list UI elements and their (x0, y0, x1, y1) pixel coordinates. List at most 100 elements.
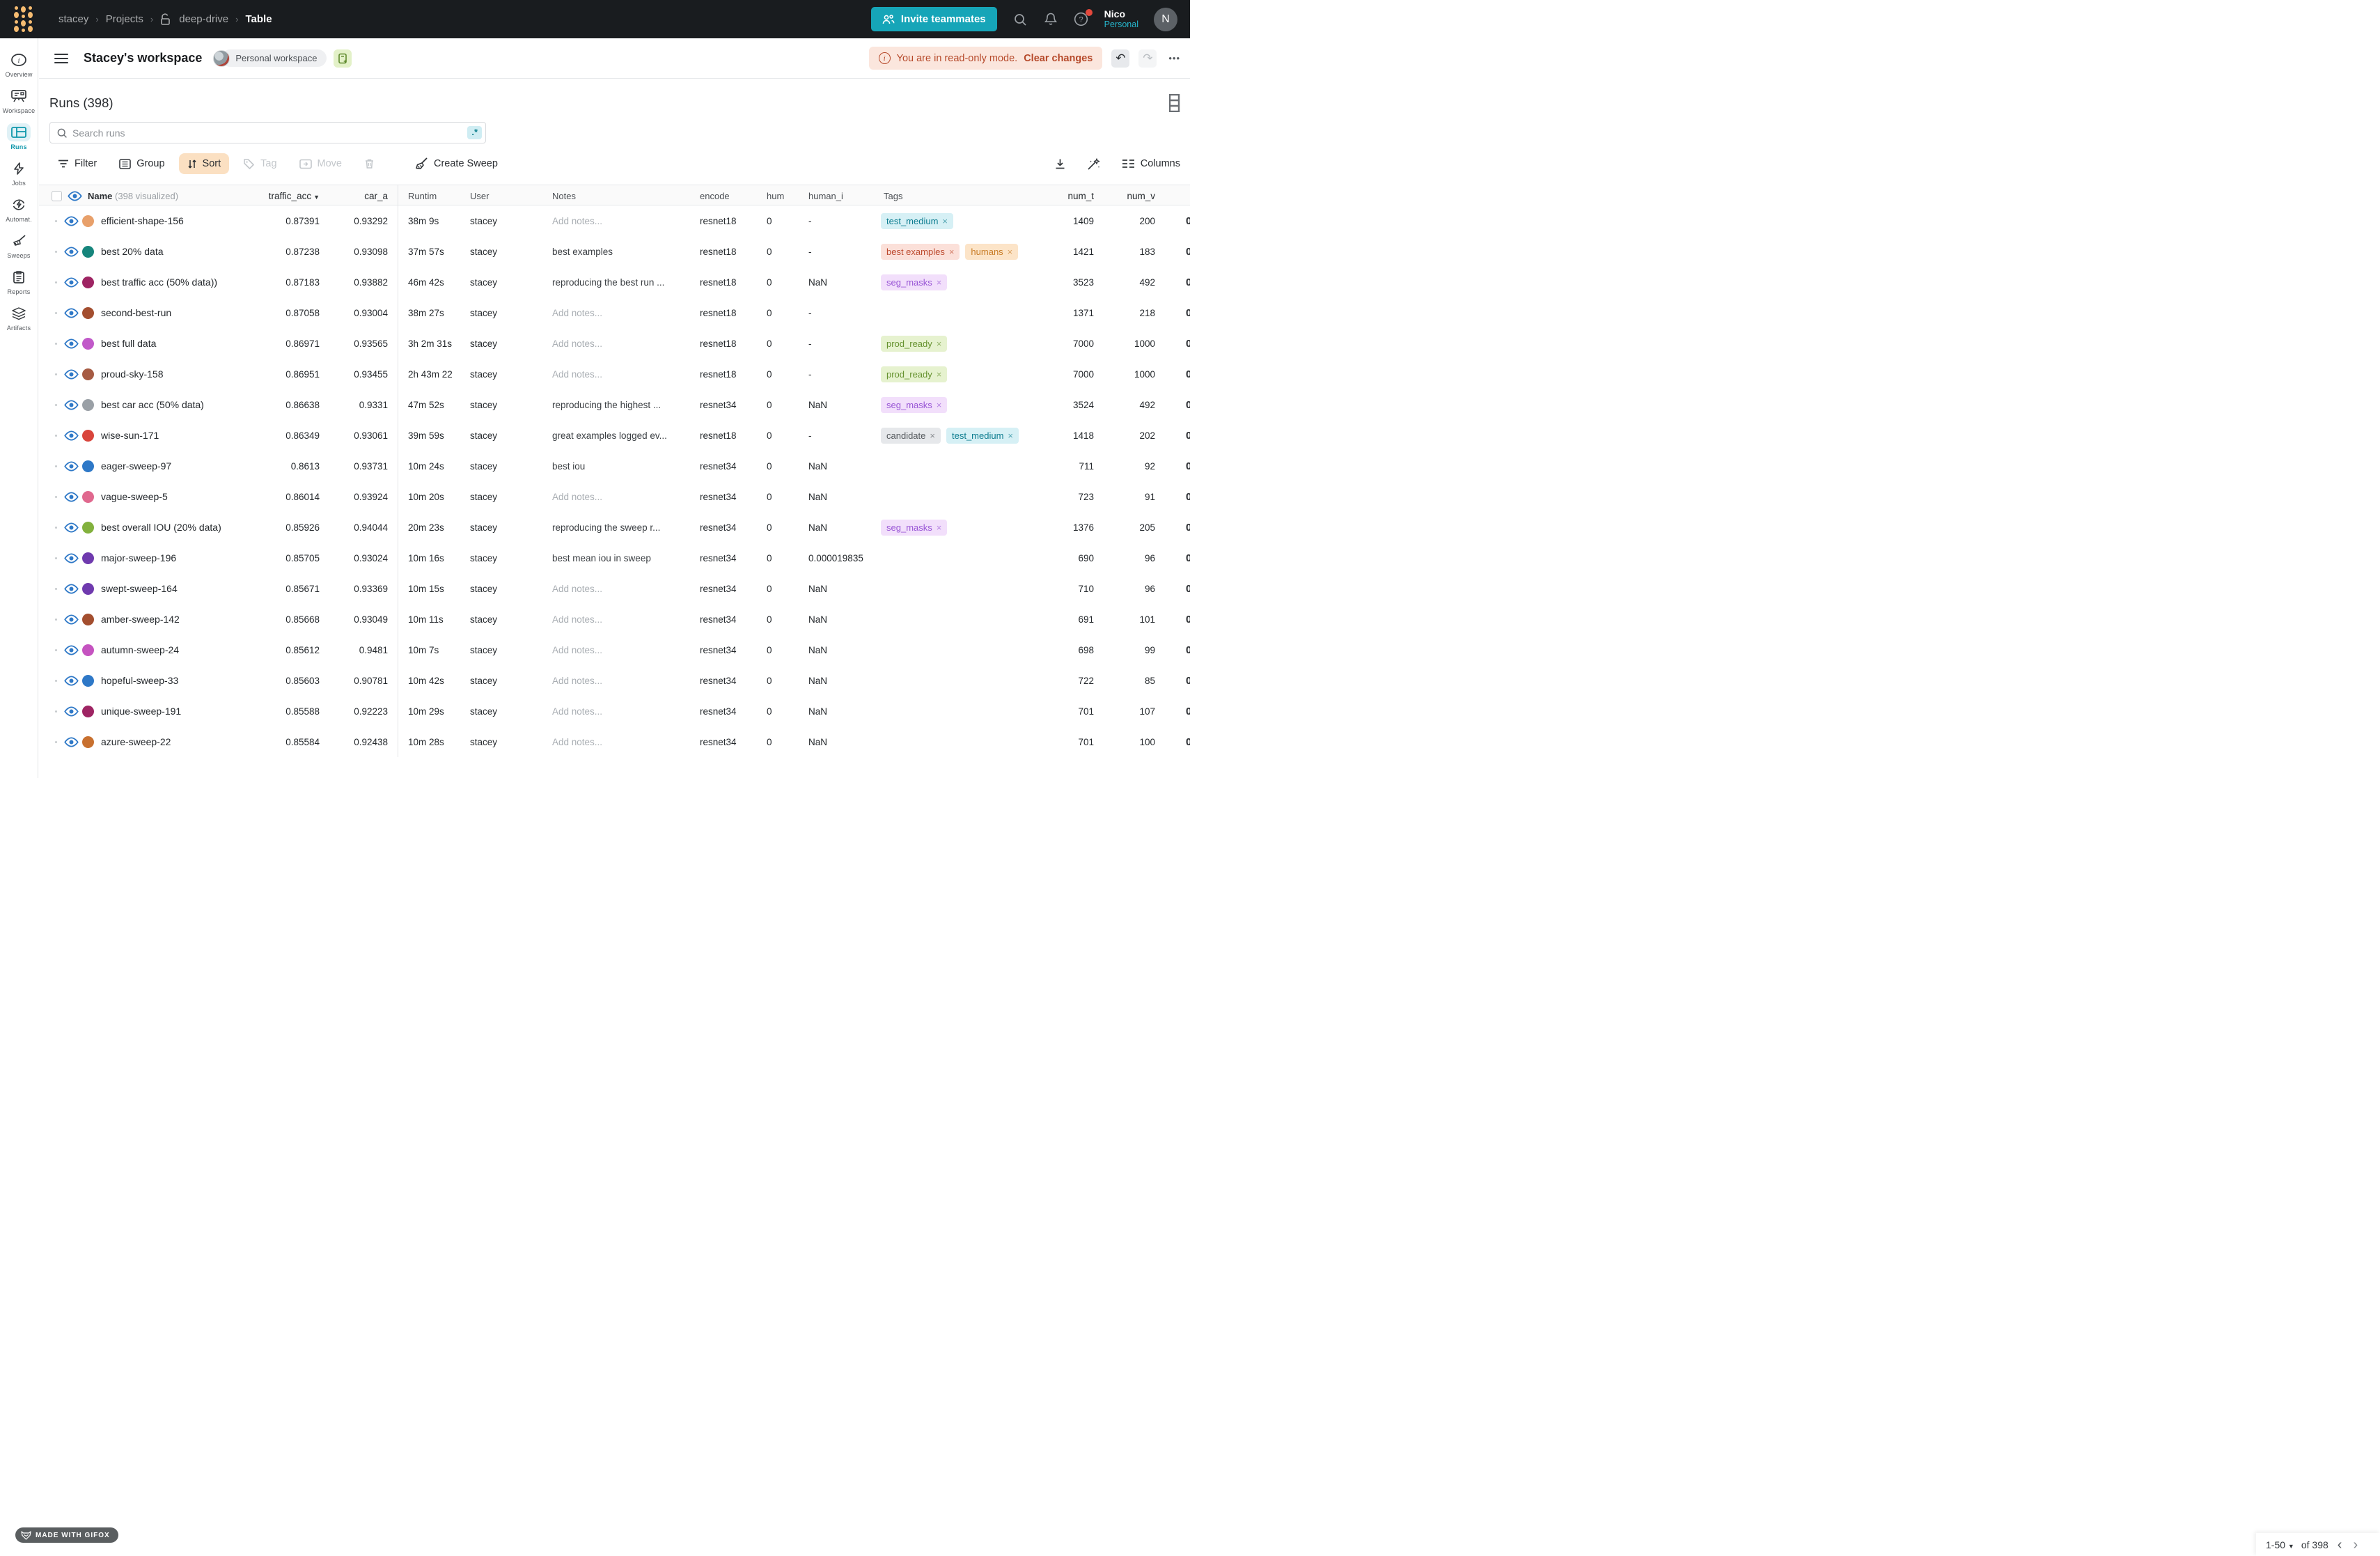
tag-remove-icon[interactable]: × (937, 400, 942, 410)
visibility-toggle[interactable] (62, 737, 80, 747)
column-header-hum[interactable]: hum (764, 191, 806, 201)
sort-button[interactable]: Sort (179, 153, 230, 174)
table-row[interactable]: best overall IOU (20% data)0.859260.9404… (39, 512, 1190, 543)
breadcrumb-user[interactable]: stacey (58, 13, 88, 25)
column-header-runtime[interactable]: Runtim (398, 185, 467, 206)
notes-cell[interactable]: Add notes... (549, 706, 697, 717)
visibility-toggle[interactable] (62, 400, 80, 410)
drag-handle[interactable] (49, 373, 62, 375)
filter-button[interactable]: Filter (49, 153, 105, 174)
visibility-toggle[interactable] (62, 369, 80, 380)
visibility-all-toggle[interactable] (68, 191, 82, 201)
run-name[interactable]: best overall IOU (20% data) (100, 522, 254, 533)
run-name[interactable]: best traffic acc (50% data)) (100, 277, 254, 288)
notes-cell[interactable]: Add notes... (549, 339, 697, 349)
sidebar-item-runs[interactable]: Runs (0, 123, 38, 150)
sidebar-item-artifacts[interactable]: Artifacts (0, 304, 38, 332)
column-header-tags[interactable]: Tags (881, 191, 1040, 201)
workspace-spark-button[interactable] (334, 49, 352, 68)
run-name[interactable]: major-sweep-196 (100, 552, 254, 563)
visibility-toggle[interactable] (62, 706, 80, 717)
run-name[interactable]: best full data (100, 338, 254, 349)
run-name[interactable]: efficient-shape-156 (100, 215, 254, 226)
redo-button[interactable]: ↷ (1138, 49, 1157, 68)
regex-toggle[interactable]: .* (467, 126, 482, 139)
drag-handle[interactable] (49, 343, 62, 345)
visibility-toggle[interactable] (62, 277, 80, 288)
workspace-owner[interactable]: Personal workspace (213, 49, 327, 67)
column-header-encoder[interactable]: encode (697, 191, 764, 201)
notes-cell[interactable]: great examples logged ev... (549, 430, 697, 441)
column-header-human-id[interactable]: human_i (806, 191, 881, 201)
run-name[interactable]: best car acc (50% data) (100, 399, 254, 410)
columns-button[interactable]: Columns (1120, 155, 1182, 172)
table-row[interactable]: best full data0.869710.935653h 2m 31ssta… (39, 328, 1190, 359)
prev-page-button[interactable]: ‹ (2335, 1538, 2344, 1552)
tag-remove-icon[interactable]: × (937, 339, 942, 349)
column-header-name[interactable]: Name (398 visualized) (88, 191, 178, 201)
export-button[interactable] (1053, 155, 1067, 173)
breadcrumb-project[interactable]: deep-drive (179, 13, 228, 25)
clear-changes-link[interactable]: Clear changes (1024, 53, 1093, 64)
tag-remove-icon[interactable]: × (1008, 430, 1013, 441)
undo-button[interactable]: ↶ (1111, 49, 1129, 68)
run-name[interactable]: second-best-run (100, 307, 254, 318)
table-row[interactable]: swept-sweep-1640.856710.9336910m 15sstac… (39, 573, 1190, 604)
drag-handle[interactable] (49, 435, 62, 437)
magic-wand-button[interactable] (1086, 155, 1102, 173)
table-row[interactable]: unique-sweep-1910.855880.9222310m 29ssta… (39, 696, 1190, 726)
visibility-toggle[interactable] (62, 461, 80, 472)
breadcrumb-projects[interactable]: Projects (106, 13, 143, 25)
notes-cell[interactable]: Add notes... (549, 614, 697, 625)
visibility-toggle[interactable] (62, 339, 80, 349)
table-row[interactable]: vague-sweep-50.860140.9392410m 20sstacey… (39, 481, 1190, 512)
wandb-logo[interactable] (14, 7, 35, 32)
table-row[interactable]: hopeful-sweep-330.856030.9078110m 42ssta… (39, 665, 1190, 696)
run-name[interactable]: azure-sweep-22 (100, 736, 254, 747)
help-icon[interactable]: ? (1074, 12, 1089, 27)
search-runs-input[interactable] (72, 127, 467, 139)
tag-remove-icon[interactable]: × (942, 216, 948, 226)
sidebar-item-reports[interactable]: Reports (0, 268, 38, 295)
global-search-icon[interactable] (1012, 12, 1028, 27)
notes-cell[interactable]: reproducing the best run ... (549, 277, 697, 288)
drag-handle[interactable] (49, 465, 62, 467)
drag-handle[interactable] (49, 557, 62, 559)
table-row[interactable]: best 20% data0.872380.9309837m 57sstacey… (39, 236, 1190, 267)
drag-handle[interactable] (49, 281, 62, 283)
table-row[interactable]: proud-sky-1580.869510.934552h 43m 22stac… (39, 359, 1190, 389)
tag-remove-icon[interactable]: × (930, 430, 935, 441)
sidebar-item-sweeps[interactable]: Sweeps (0, 232, 38, 259)
notes-cell[interactable]: Add notes... (549, 216, 697, 226)
drag-handle[interactable] (49, 496, 62, 498)
run-name[interactable]: eager-sweep-97 (100, 460, 254, 472)
tag-remove-icon[interactable]: × (937, 369, 942, 380)
run-name[interactable]: unique-sweep-191 (100, 706, 254, 717)
drag-handle[interactable] (49, 649, 62, 651)
visibility-toggle[interactable] (62, 247, 80, 257)
run-name[interactable]: vague-sweep-5 (100, 491, 254, 502)
visibility-toggle[interactable] (62, 584, 80, 594)
group-button[interactable]: Group (111, 153, 173, 174)
drag-handle[interactable] (49, 618, 62, 621)
drag-handle[interactable] (49, 741, 62, 743)
visibility-toggle[interactable] (62, 614, 80, 625)
drag-handle[interactable] (49, 710, 62, 713)
table-row[interactable]: wise-sun-1710.863490.9306139m 59sstaceyg… (39, 420, 1190, 451)
notes-cell[interactable]: Add notes... (549, 737, 697, 747)
notes-cell[interactable]: Add notes... (549, 492, 697, 502)
notes-cell[interactable]: Add notes... (549, 676, 697, 686)
run-name[interactable]: autumn-sweep-24 (100, 644, 254, 655)
tag-remove-icon[interactable]: × (949, 247, 955, 257)
sidebar-item-workspace[interactable]: Workspace (0, 87, 38, 114)
table-row[interactable]: best traffic acc (50% data))0.871830.938… (39, 267, 1190, 297)
page-range-select[interactable]: 1-50 ▼ (2266, 1539, 2294, 1550)
visibility-toggle[interactable] (62, 553, 80, 563)
notes-cell[interactable]: Add notes... (549, 584, 697, 594)
select-all-checkbox[interactable] (52, 191, 62, 201)
table-row[interactable]: second-best-run0.870580.9300438m 27sstac… (39, 297, 1190, 328)
run-name[interactable]: wise-sun-171 (100, 430, 254, 441)
visibility-toggle[interactable] (62, 522, 80, 533)
notes-cell[interactable]: Add notes... (549, 369, 697, 380)
visibility-toggle[interactable] (62, 216, 80, 226)
